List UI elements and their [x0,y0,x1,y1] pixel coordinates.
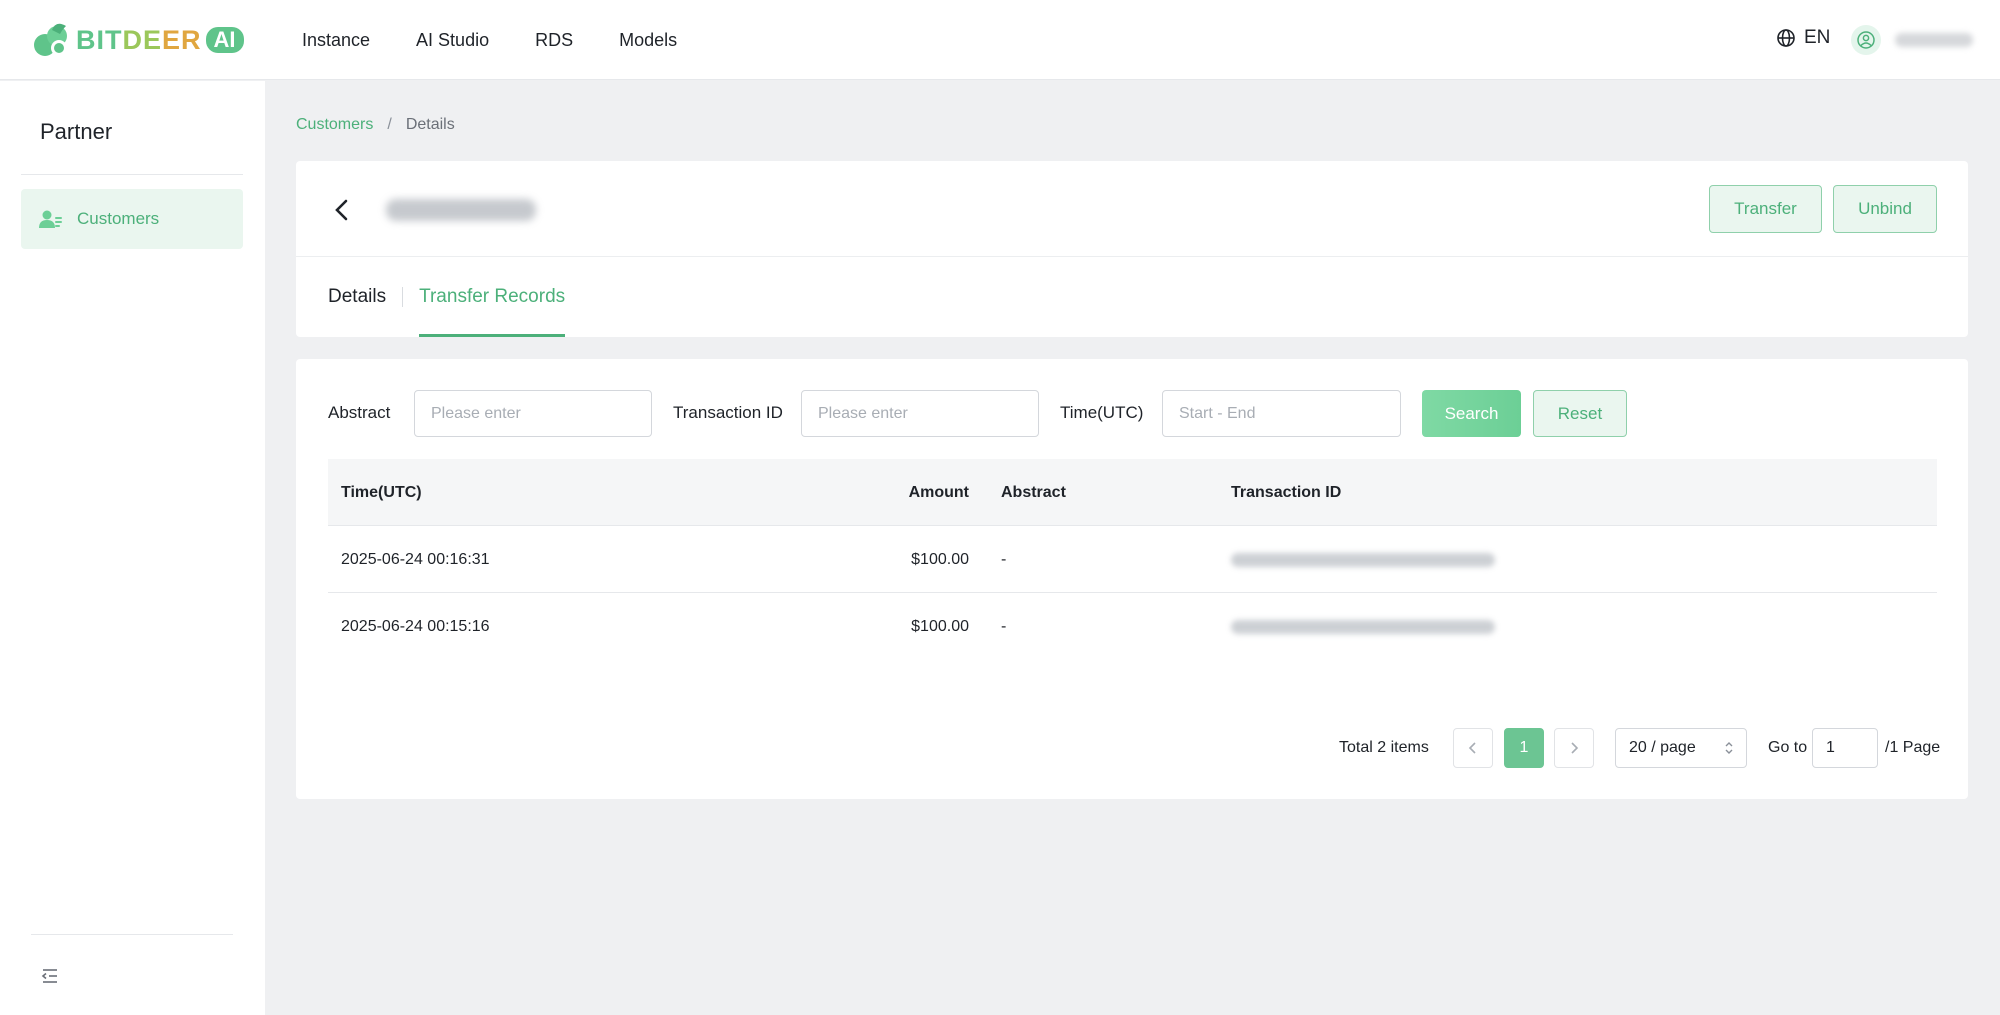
brand-logo[interactable]: BITDEER AI [32,22,244,58]
table-header: Time(UTC) Amount Abstract Transaction ID [328,459,1937,526]
sidebar-divider [21,174,243,175]
transaction-id-filter-label: Transaction ID [673,403,783,422]
customer-name-redacted [386,199,536,221]
transfer-button[interactable]: Transfer [1709,185,1822,233]
tab-details[interactable]: Details [328,257,386,337]
nav-item-rds[interactable]: RDS [535,30,573,51]
page-size-value: 20 / page [1629,739,1696,756]
logo-ai-badge: AI [205,27,244,53]
pagination-total: Total 2 items [1339,739,1429,756]
row-time: 2025-06-24 00:15:16 [341,618,490,635]
globe-icon [1777,29,1795,47]
tab-transfer-records[interactable]: Transfer Records [419,257,566,337]
sidebar-item-label: Customers [77,209,160,228]
transfer-records-card: Abstract Transaction ID Time(UTC) Search… [296,359,1968,799]
goto-label: Go to [1768,739,1808,756]
search-button[interactable]: Search [1422,390,1521,437]
abstract-filter-label: Abstract [328,403,391,422]
row-abstract: - [1001,618,1007,635]
breadcrumb-customers-link[interactable]: Customers [296,116,373,134]
nav-item-instance[interactable]: Instance [302,30,370,51]
customers-icon [39,210,62,228]
nav-item-models[interactable]: Models [619,30,677,51]
pagination-prev-button[interactable] [1453,728,1493,768]
language-switcher[interactable]: EN [1776,27,1830,49]
top-navbar: BITDEER AI Instance AI Studio RDS Models… [0,0,2000,80]
transaction-id-input[interactable] [801,390,1039,437]
table-row: 2025-06-24 00:15:16 $100.00 - [328,593,1937,660]
logo-wordmark: BITDEER [76,24,202,55]
sidebar-title: Partner [40,119,113,144]
sidebar: Partner Customers [0,81,265,1015]
time-range-input[interactable] [1162,390,1401,437]
pagination-page-1[interactable]: 1 [1504,728,1544,768]
goto-page-suffix: /1 Page [1885,739,1941,756]
column-header-time: Time(UTC) [341,484,422,501]
goto-page-input[interactable]: 1 [1812,728,1878,768]
nav-item-ai-studio[interactable]: AI Studio [416,30,489,51]
reset-button[interactable]: Reset [1533,390,1627,437]
sidebar-item-customers[interactable]: Customers [21,189,243,249]
unbind-button[interactable]: Unbind [1833,185,1937,233]
row-time: 2025-06-24 00:16:31 [341,551,490,568]
collapse-sidebar-icon[interactable] [40,966,60,986]
row-transaction-id-redacted [1231,593,1495,660]
breadcrumb: Customers / Details [296,116,455,134]
row-amount: $100.00 [911,618,969,635]
row-amount: $100.00 [911,551,969,568]
chevron-left-icon [1468,742,1476,754]
abstract-input[interactable] [414,390,652,437]
sort-arrows-icon [1725,742,1733,754]
pagination-next-button[interactable] [1554,728,1594,768]
detail-tabs: Details Transfer Records [328,257,566,337]
breadcrumb-current: Details [405,116,455,133]
language-label: EN [1804,27,1831,48]
transfer-records-table: Time(UTC) Amount Abstract Transaction ID… [328,459,1937,660]
customer-header-card: Transfer Unbind Details Transfer Records [296,161,1968,337]
breadcrumb-separator: / [387,116,392,133]
main-nav: Instance AI Studio RDS Models [302,0,723,80]
sidebar-bottom-divider [31,934,233,935]
logo-icon [32,22,74,58]
user-avatar-icon [1851,25,1881,55]
page-size-select[interactable]: 20 / page [1615,728,1747,768]
row-transaction-id-redacted [1231,526,1495,593]
time-filter-label: Time(UTC) [1060,403,1144,422]
table-row: 2025-06-24 00:16:31 $100.00 - [328,526,1937,593]
column-header-abstract: Abstract [1001,484,1066,501]
column-header-amount: Amount [908,484,969,501]
column-header-transaction-id: Transaction ID [1231,484,1342,501]
chevron-right-icon [1571,742,1579,754]
user-menu[interactable] [1851,25,1973,55]
user-name-redacted [1895,33,1973,47]
row-abstract: - [1001,551,1007,568]
tab-separator [402,287,404,307]
back-arrow-icon[interactable] [332,197,352,223]
